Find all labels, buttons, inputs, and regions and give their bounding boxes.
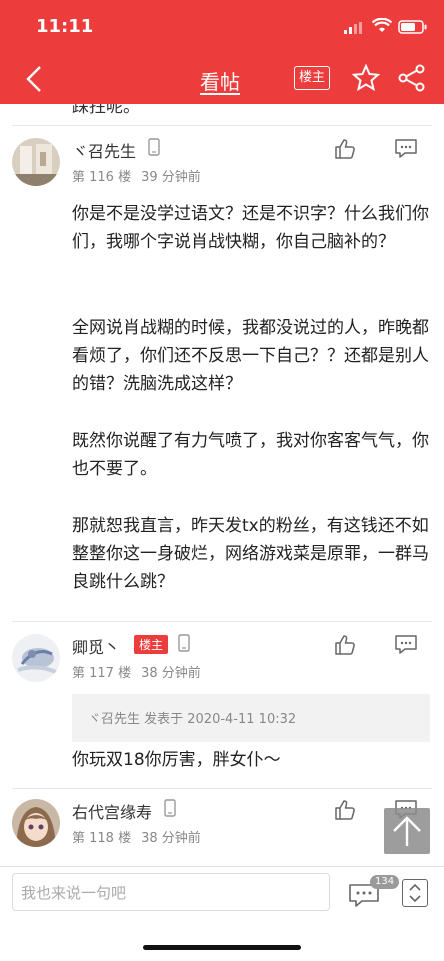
- thumbs-up-icon[interactable]: [334, 799, 356, 821]
- battery-icon: [398, 20, 427, 34]
- post-paragraph: 全网说肖战糊的时候，我都没说过的人，昨晚都看烦了，你们还不反思一下自己？？还都是…: [72, 318, 429, 394]
- post-time: 39 分钟前: [141, 170, 201, 185]
- back-icon[interactable]: [22, 64, 48, 94]
- comment-input[interactable]: 我也来说一句吧: [12, 873, 330, 911]
- mobile-device-icon: [164, 799, 176, 817]
- status-time: 11:11: [36, 16, 94, 37]
- post-paragraph: 你是不是没学过语文？还是不识字？什么我们你们，我哪个字说肖战快糊，你自己脑补的？: [72, 204, 429, 252]
- username[interactable]: ヾ召先生: [72, 138, 136, 162]
- post-paragraph: 你玩双18你厉害，胖女仆～: [72, 750, 281, 770]
- wifi-icon: [372, 18, 392, 32]
- reply-comment-icon[interactable]: [393, 138, 419, 160]
- quote-text: ヾ召先生 发表于 2020-4-11 10:32: [88, 712, 297, 727]
- post-paragraph: 既然你说醒了有力气喷了，我对你客客气气，你也不要了。: [72, 431, 429, 479]
- quote-block[interactable]: ヾ召先生 发表于 2020-4-11 10:32: [72, 694, 430, 742]
- op-badge: 楼主: [134, 635, 169, 654]
- username[interactable]: 卿觅丶: [72, 634, 120, 658]
- avatar[interactable]: [12, 138, 60, 186]
- home-indicator: [143, 945, 301, 950]
- post-meta: 第 116 楼 39 分钟前: [72, 166, 211, 185]
- avatar[interactable]: [12, 634, 60, 682]
- post-time: 38 分钟前: [141, 666, 201, 681]
- arrow-up-icon: [393, 816, 421, 846]
- post-paragraph: 那就恕我直言，昨天发tx的粉丝，有这钱还不如整整你这一身破烂，网络游戏菜是原罪，…: [72, 516, 429, 592]
- signal-icon: [344, 22, 362, 34]
- post-time: 38 分钟前: [141, 831, 201, 846]
- divider: [12, 125, 432, 126]
- nav-bar: 看帖 楼主: [0, 52, 444, 104]
- username[interactable]: 右代宫缘寿: [72, 799, 152, 823]
- post-meta: 第 118 楼 38 分钟前: [72, 827, 211, 846]
- reply-comment-icon[interactable]: [393, 634, 419, 656]
- floor-number: 第 117 楼: [72, 666, 132, 681]
- floor-number: 第 118 楼: [72, 831, 132, 846]
- status-bar: 11:11: [0, 0, 444, 52]
- up-down-chevron-icon: [409, 883, 421, 903]
- divider: [12, 788, 432, 789]
- comment-count-badge: 134: [370, 875, 400, 889]
- mobile-device-icon: [148, 138, 160, 156]
- post-meta: 第 117 楼 38 分钟前: [72, 662, 211, 681]
- bottom-bar: 我也来说一句吧 134: [0, 866, 444, 961]
- previous-post-tail: 踩拄呢。: [72, 104, 140, 117]
- avatar[interactable]: [12, 799, 60, 847]
- thumbs-up-icon[interactable]: [334, 138, 356, 160]
- favorite-star-icon[interactable]: [352, 64, 380, 92]
- only-op-button[interactable]: 楼主: [294, 66, 330, 90]
- thumbs-up-icon[interactable]: [334, 634, 356, 656]
- floor-number: 第 116 楼: [72, 170, 132, 185]
- mobile-device-icon: [178, 634, 190, 652]
- page-jump-button[interactable]: [402, 879, 428, 907]
- share-icon[interactable]: [398, 64, 426, 92]
- thread-content[interactable]: 踩拄呢。 ヾ召先生 第 116 楼 39 分钟前 你是不是没学过语文？还是不识字…: [0, 104, 444, 866]
- page-title[interactable]: 看帖: [200, 66, 240, 95]
- scroll-to-top-button[interactable]: [384, 808, 430, 854]
- divider: [12, 621, 432, 622]
